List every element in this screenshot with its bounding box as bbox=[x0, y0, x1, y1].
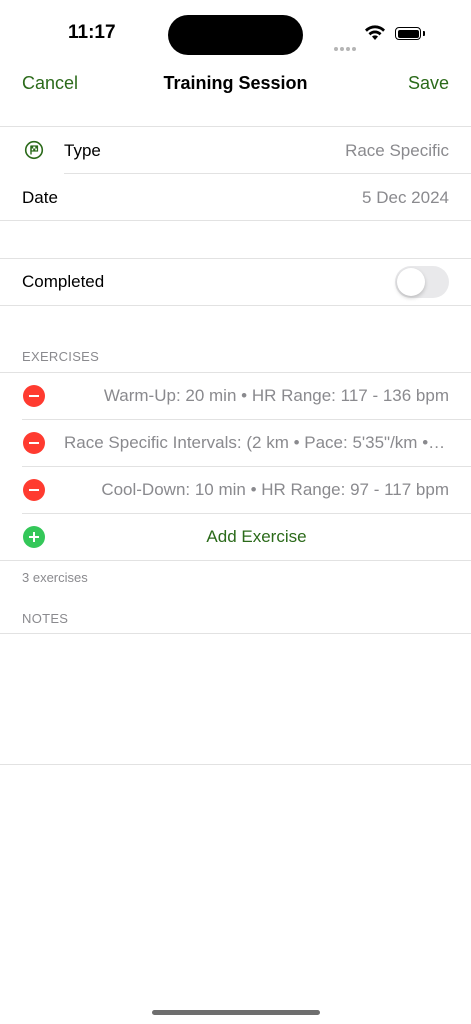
exercise-item[interactable]: Race Specific Intervals: (2 km • Pace: 5… bbox=[64, 433, 449, 453]
notes-textarea[interactable] bbox=[0, 634, 471, 764]
date-label: Date bbox=[22, 188, 58, 207]
remove-exercise-button[interactable] bbox=[23, 432, 45, 454]
date-value[interactable]: 5 Dec 2024 bbox=[362, 188, 449, 208]
dynamic-island bbox=[168, 15, 303, 55]
type-value[interactable]: Race Specific bbox=[345, 141, 449, 161]
divider bbox=[0, 258, 471, 259]
battery-tip bbox=[423, 31, 425, 36]
notes-header: NOTES bbox=[22, 611, 69, 626]
exercise-item[interactable]: Cool-Down: 10 min • HR Range: 97 - 117 b… bbox=[64, 480, 449, 500]
divider bbox=[0, 305, 471, 306]
completed-toggle[interactable] bbox=[395, 266, 449, 298]
exercises-header: EXERCISES bbox=[22, 349, 100, 364]
add-exercise-button[interactable]: Add Exercise bbox=[64, 527, 449, 547]
divider bbox=[22, 419, 471, 420]
toggle-knob bbox=[397, 268, 425, 296]
home-indicator[interactable] bbox=[152, 1010, 320, 1015]
flag-icon bbox=[24, 140, 44, 160]
remove-exercise-button[interactable] bbox=[23, 385, 45, 407]
status-time: 11:17 bbox=[68, 22, 116, 43]
divider bbox=[0, 764, 471, 765]
divider bbox=[0, 560, 471, 561]
divider bbox=[0, 220, 471, 221]
remove-exercise-button[interactable] bbox=[23, 479, 45, 501]
divider bbox=[22, 513, 471, 514]
divider bbox=[0, 372, 471, 373]
completed-label: Completed bbox=[22, 272, 105, 291]
exercise-count: 3 exercises bbox=[22, 570, 88, 585]
cellular-signal-icon bbox=[334, 38, 358, 56]
add-exercise-icon[interactable] bbox=[23, 526, 45, 548]
type-label: Type bbox=[64, 141, 101, 160]
save-button[interactable]: Save bbox=[408, 73, 449, 94]
battery-icon bbox=[395, 27, 421, 40]
page-title: Training Session bbox=[163, 73, 308, 93]
divider bbox=[22, 466, 471, 467]
wifi-icon bbox=[364, 25, 386, 46]
exercise-item[interactable]: Warm-Up: 20 min • HR Range: 117 - 136 bp… bbox=[64, 386, 449, 406]
